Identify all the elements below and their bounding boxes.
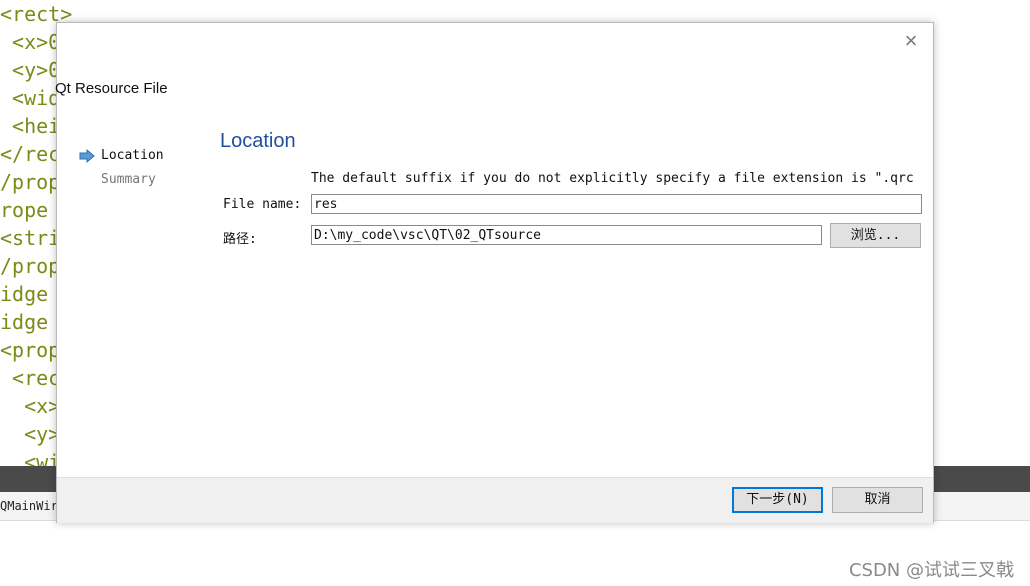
tab-qmainwindow[interactable]: QMainWir: [0, 492, 58, 520]
path-label: 路径:: [223, 232, 257, 247]
code-line: <y>: [0, 422, 61, 446]
wizard-step-summary: Summary: [101, 172, 156, 187]
code-line: <wid: [0, 86, 61, 110]
code-line: idge: [0, 310, 49, 334]
wizard-step-label: Location: [101, 148, 164, 163]
close-icon[interactable]: ×: [901, 30, 921, 52]
code-line: /prop: [0, 170, 61, 194]
dialog-footer: 下一步(N) 取消: [57, 477, 933, 523]
watermark: CSDN @试试三叉戟: [848, 560, 1014, 581]
code-line: <stri: [0, 226, 61, 250]
dialog-title: Qt Resource File: [55, 80, 168, 97]
cancel-button[interactable]: 取消: [832, 487, 923, 513]
code-line: <rec: [0, 366, 61, 390]
next-button[interactable]: 下一步(N): [732, 487, 823, 513]
code-line: <x>0: [0, 30, 61, 54]
file-name-input[interactable]: [311, 194, 922, 214]
page-heading: Location: [220, 130, 296, 152]
wizard-step-label: Summary: [101, 172, 156, 187]
new-resource-file-dialog: × Qt Resource File Location Summary Loca…: [55, 22, 934, 523]
suffix-hint: The default suffix if you do not explici…: [311, 171, 914, 186]
code-line: idge: [0, 282, 49, 306]
code-line: <x>: [0, 394, 61, 418]
code-line: <hei: [0, 114, 61, 138]
code-line: rope: [0, 198, 49, 222]
code-line: /prop: [0, 254, 61, 278]
code-line: <wi: [0, 450, 61, 466]
code-line: <y>0: [0, 58, 61, 82]
path-input[interactable]: [311, 225, 822, 245]
wizard-step-location: Location: [79, 148, 164, 163]
current-step-arrow-icon: [79, 149, 95, 163]
code-line: </rec: [0, 142, 61, 166]
browse-button[interactable]: 浏览...: [830, 223, 921, 248]
file-name-label: File name:: [223, 197, 302, 212]
code-line: <prop: [0, 338, 61, 362]
